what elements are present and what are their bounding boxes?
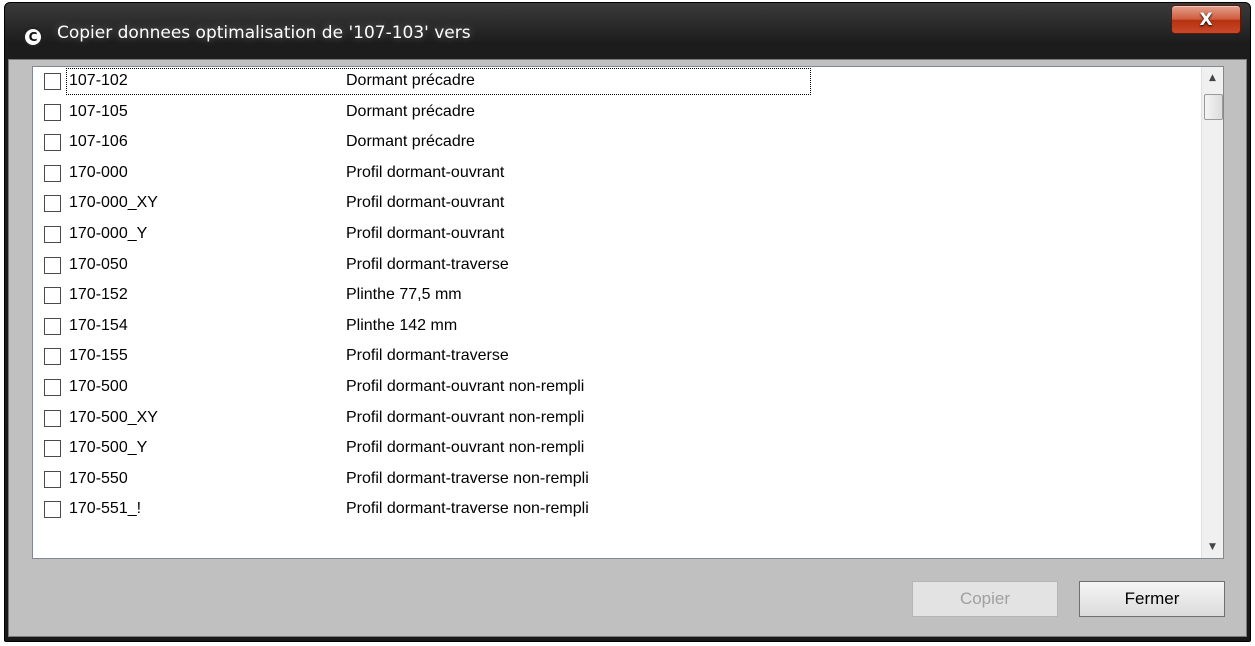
list-item[interactable]: 170-050 Profil dormant-traverse: [33, 251, 1201, 282]
item-code: 170-551_!: [69, 500, 142, 518]
window-title: Copier donnees optimalisation de '107-10…: [57, 23, 471, 43]
checkbox[interactable]: [44, 409, 61, 427]
item-description: Plinthe 142 mm: [346, 316, 458, 334]
item-code: 107-105: [69, 102, 128, 120]
scroll-thumb[interactable]: [1204, 94, 1223, 120]
list-item[interactable]: 107-102 Dormant précadre: [33, 67, 1201, 98]
list-item[interactable]: 170-550 Profil dormant-traverse non-rempl…: [33, 465, 1201, 496]
checkbox[interactable]: [44, 73, 61, 90]
item-description: Dormant précadre: [346, 102, 475, 120]
list-item[interactable]: 170-000_Y Profil dormant-ouvrant: [33, 220, 1201, 251]
item-description: Profil dormant-ouvrant non-rempli: [346, 439, 585, 457]
fermer-button[interactable]: Fermer: [1079, 581, 1225, 617]
list-item[interactable]: 170-500 Profil dormant-ouvrant non-rempli: [33, 373, 1201, 404]
item-code: 170-000: [69, 163, 128, 181]
dialog-client-area: 107-102 Dormant précadre 107-105 Dormant pr…: [8, 59, 1247, 637]
list-item[interactable]: 170-500_Y Profil dormant-ouvrant non-remp…: [33, 434, 1201, 465]
close-icon: X: [1199, 9, 1213, 30]
checkbox[interactable]: [44, 470, 61, 488]
list-item[interactable]: 170-000 Profil dormant-ouvrant: [33, 159, 1201, 190]
item-description: Plinthe 77,5 mm: [346, 286, 462, 304]
item-code: 107-106: [69, 133, 128, 151]
checkbox[interactable]: [44, 348, 61, 366]
item-description: Profil dormant-traverse non-rempli: [346, 469, 589, 487]
list-item[interactable]: 170-155 Profil dormant-traverse: [33, 342, 1201, 373]
checkbox[interactable]: [44, 134, 61, 152]
list-item[interactable]: 170-500_XY Profil dormant-ouvrant non-rem…: [33, 404, 1201, 435]
checkbox[interactable]: [44, 501, 61, 519]
copyright-c-icon: C: [23, 27, 43, 47]
scroll-down-arrow-icon[interactable]: ▼: [1202, 536, 1223, 558]
title-bar[interactable]: C Copier donnees optimalisation de '107-…: [5, 3, 1250, 59]
item-code: 170-500_XY: [69, 408, 158, 426]
copier-button[interactable]: Copier: [912, 581, 1058, 617]
list-item[interactable]: 170-000_XY Profil dormant-ouvrant: [33, 189, 1201, 220]
item-description: Profil dormant-ouvrant: [346, 194, 505, 212]
close-button[interactable]: X: [1171, 5, 1241, 34]
checkbox[interactable]: [44, 164, 61, 182]
item-description: Profil dormant-traverse non-rempli: [346, 500, 589, 518]
checkbox[interactable]: [44, 440, 61, 458]
list-rows: 107-102 Dormant précadre 107-105 Dormant pr…: [33, 67, 1201, 558]
item-code: 170-500: [69, 377, 128, 395]
item-code: 170-000_XY: [69, 194, 158, 212]
checkbox-list[interactable]: 107-102 Dormant précadre 107-105 Dormant pr…: [32, 66, 1224, 559]
scroll-up-arrow-icon[interactable]: ▲: [1202, 67, 1223, 89]
item-code: 170-550: [69, 469, 128, 487]
item-code: 170-050: [69, 255, 128, 273]
item-description: Profil dormant-ouvrant non-rempli: [346, 377, 585, 395]
checkbox[interactable]: [44, 317, 61, 335]
item-description: Profil dormant-ouvrant: [346, 163, 505, 181]
item-description: Profil dormant-traverse: [346, 255, 509, 273]
checkbox[interactable]: [44, 287, 61, 305]
checkbox[interactable]: [44, 225, 61, 243]
checkbox[interactable]: [44, 378, 61, 396]
item-code: 170-500_Y: [69, 439, 148, 457]
list-item[interactable]: 170-551_! Profil dormant-traverse non-rem…: [33, 495, 1201, 526]
dialog-window: C Copier donnees optimalisation de '107-…: [4, 2, 1251, 642]
item-code: 170-000_Y: [69, 224, 148, 242]
focus-rectangle: [66, 68, 811, 95]
item-code: 170-155: [69, 347, 128, 365]
vertical-scrollbar[interactable]: ▲ ▼: [1201, 67, 1223, 558]
list-item[interactable]: 107-105 Dormant précadre: [33, 98, 1201, 129]
list-item[interactable]: 170-152 Plinthe 77,5 mm: [33, 281, 1201, 312]
item-description: Profil dormant-ouvrant non-rempli: [346, 408, 585, 426]
checkbox[interactable]: [44, 103, 61, 121]
checkbox[interactable]: [44, 256, 61, 274]
checkbox[interactable]: [44, 195, 61, 213]
item-description: Profil dormant-traverse: [346, 347, 509, 365]
item-code: 170-154: [69, 316, 128, 334]
item-description: Dormant précadre: [346, 133, 475, 151]
list-item[interactable]: 170-154 Plinthe 142 mm: [33, 312, 1201, 343]
item-code: 170-152: [69, 286, 128, 304]
list-item[interactable]: 107-106 Dormant précadre: [33, 128, 1201, 159]
item-description: Profil dormant-ouvrant: [346, 224, 505, 242]
